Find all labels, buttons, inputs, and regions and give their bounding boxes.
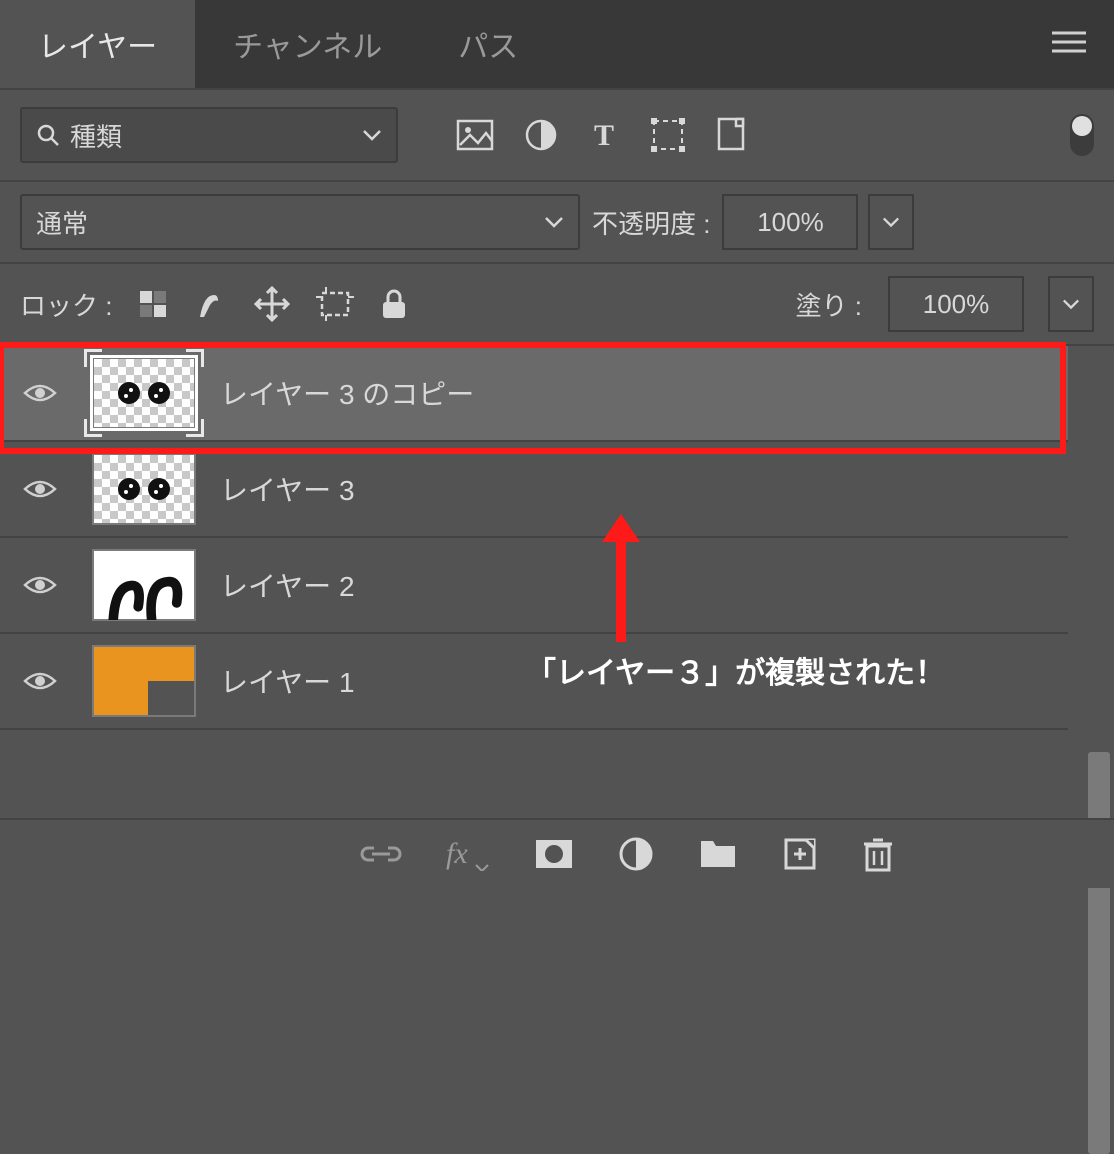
- filter-toggle[interactable]: [1070, 114, 1094, 156]
- lock-all-icon[interactable]: [380, 288, 408, 320]
- blend-mode-select[interactable]: 通常: [20, 194, 580, 250]
- svg-text:fx: fx: [446, 837, 468, 870]
- link-layers-icon[interactable]: [360, 842, 402, 866]
- eye-icon: [23, 574, 57, 596]
- lock-row: ロック : 塗り : 100%: [0, 262, 1114, 344]
- new-group-icon[interactable]: [698, 838, 738, 870]
- opacity-input[interactable]: 100%: [722, 194, 858, 250]
- lock-transparency-icon[interactable]: [138, 289, 168, 319]
- lock-image-icon[interactable]: [194, 287, 228, 321]
- tab-paths[interactable]: パス: [420, 0, 556, 88]
- layers-bottom-toolbar: fx: [0, 818, 1114, 888]
- layer-thumbnail[interactable]: [92, 549, 196, 621]
- layer-row[interactable]: レイヤー 3: [0, 442, 1068, 538]
- tab-layers[interactable]: レイヤー: [0, 0, 195, 88]
- layer-effects-icon[interactable]: fx: [446, 837, 490, 871]
- visibility-toggle[interactable]: [12, 574, 68, 596]
- svg-text:T: T: [594, 119, 614, 151]
- layer-name[interactable]: レイヤー 3 のコピー: [220, 373, 474, 413]
- filter-row: 種類 T: [0, 88, 1114, 180]
- scrollbar-thumb[interactable]: [1088, 752, 1110, 1154]
- panel-menu-icon[interactable]: [1052, 29, 1086, 60]
- adjustment-layer-filter-icon[interactable]: [524, 118, 558, 152]
- type-layer-filter-icon[interactable]: T: [588, 119, 620, 151]
- blend-row: 通常 不透明度 : 100%: [0, 180, 1114, 262]
- new-adjustment-layer-icon[interactable]: [618, 836, 654, 872]
- layer-name[interactable]: レイヤー 2: [220, 565, 355, 605]
- lock-position-icon[interactable]: [254, 286, 290, 322]
- chevron-down-icon: [362, 129, 382, 141]
- new-layer-icon[interactable]: [782, 836, 818, 872]
- fill-input[interactable]: 100%: [888, 276, 1024, 332]
- eye-icon: [23, 670, 57, 692]
- visibility-toggle[interactable]: [12, 478, 68, 500]
- pixel-layer-filter-icon[interactable]: [456, 119, 494, 151]
- opacity-label[interactable]: 不透明度 :: [592, 204, 710, 241]
- tab-channels[interactable]: チャンネル: [195, 0, 420, 88]
- annotation-arrow: [596, 514, 646, 644]
- fill-slider-button[interactable]: [1048, 276, 1094, 332]
- eye-icon: [23, 478, 57, 500]
- filter-kind-select[interactable]: 種類: [20, 107, 398, 163]
- panel-tabs: レイヤー チャンネル パス: [0, 0, 1114, 88]
- annotation-text: 「レイヤー３」が複製された！: [526, 648, 945, 692]
- search-icon: [36, 123, 60, 147]
- filter-type-icons: T: [456, 117, 750, 153]
- layer-thumbnail[interactable]: [92, 453, 196, 525]
- eye-icon: [23, 382, 57, 404]
- smartobject-filter-icon[interactable]: [716, 117, 750, 153]
- opacity-slider-button[interactable]: [868, 194, 914, 250]
- layer-name[interactable]: レイヤー 3: [220, 469, 355, 509]
- chevron-down-icon: [544, 216, 564, 228]
- blend-mode-value: 通常: [36, 204, 88, 241]
- filter-kind-label: 種類: [70, 117, 122, 154]
- shape-layer-filter-icon[interactable]: [650, 117, 686, 153]
- scrollbar[interactable]: [1080, 752, 1114, 1154]
- delete-layer-icon[interactable]: [862, 836, 894, 872]
- layer-thumbnail[interactable]: [92, 357, 196, 429]
- layer-row[interactable]: レイヤー 3 のコピー: [0, 346, 1068, 442]
- layer-thumbnail[interactable]: [92, 645, 196, 717]
- layer-row[interactable]: レイヤー 2: [0, 538, 1068, 634]
- visibility-toggle[interactable]: [12, 382, 68, 404]
- visibility-toggle[interactable]: [12, 670, 68, 692]
- fill-label[interactable]: 塗り :: [796, 286, 862, 323]
- add-mask-icon[interactable]: [534, 838, 574, 870]
- layer-name[interactable]: レイヤー 1: [220, 661, 355, 701]
- lock-label: ロック :: [20, 286, 112, 323]
- lock-artboard-icon[interactable]: [316, 287, 354, 321]
